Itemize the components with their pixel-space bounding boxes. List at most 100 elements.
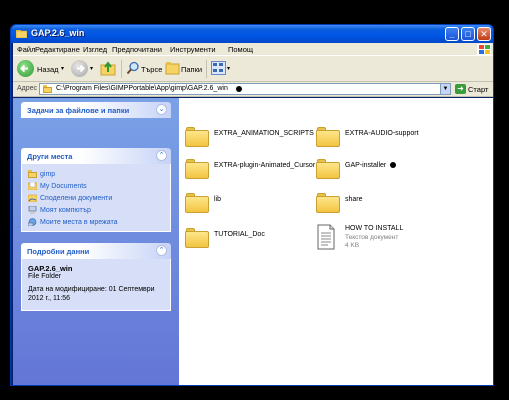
windows-logo-icon xyxy=(477,44,491,55)
search-icon xyxy=(126,61,139,75)
address-bar: Адрес C:\Program Files\GIMPPortable\App\… xyxy=(13,82,493,97)
details-title[interactable]: Подробни данни xyxy=(27,247,89,256)
task-pane: Задачи за файлове и папки ⌄ Други места … xyxy=(13,98,179,385)
place-label[interactable]: My Documents xyxy=(40,183,87,190)
details-header[interactable]: Подробни данни ⌃ xyxy=(21,243,171,259)
go-button[interactable]: ➜ xyxy=(455,84,466,94)
menu-view[interactable]: Изглед xyxy=(83,45,107,54)
network-icon xyxy=(27,218,37,227)
menu-file[interactable]: Файл xyxy=(17,45,35,54)
folder-icon xyxy=(316,192,340,214)
details-name: GAP.2.6_win xyxy=(28,264,73,273)
details-panel: Подробни данни ⌃ GAP.2.6_win File Folder… xyxy=(21,243,171,311)
other-places-title[interactable]: Други места xyxy=(27,152,72,161)
collapse-chevron-icon[interactable]: ⌃ xyxy=(156,150,167,161)
file-size: 4 KB xyxy=(345,242,360,249)
file-name[interactable]: EXTRA-plugin-Animated_Cursor xyxy=(214,162,315,169)
expand-chevron-icon[interactable]: ⌄ xyxy=(156,104,167,115)
views-dropdown-icon[interactable]: ▾ xyxy=(227,65,230,72)
folder-icon xyxy=(316,158,340,180)
place-label[interactable]: Моят компютър xyxy=(40,207,91,214)
folder-icon xyxy=(185,192,209,214)
file-name[interactable]: lib xyxy=(214,196,221,203)
file-folder-tasks-header[interactable]: Задачи за файлове и папки ⌄ xyxy=(21,102,171,118)
place-link-shared-documents[interactable]: Споделени документи xyxy=(27,194,112,203)
folders-button[interactable] xyxy=(165,61,181,75)
go-label[interactable]: Старт xyxy=(468,85,488,94)
file-name[interactable]: EXTRA-AUDIO-support xyxy=(345,130,419,137)
place-label[interactable]: Моите места в мрежата xyxy=(40,219,117,226)
folder-icon xyxy=(316,126,340,148)
shared-folder-icon xyxy=(27,194,38,203)
place-link-gimp[interactable]: gimp xyxy=(28,170,55,178)
menu-favorites[interactable]: Предпочитани xyxy=(112,45,162,54)
place-link-my-computer[interactable]: Моят компютър xyxy=(28,205,91,214)
other-places-header[interactable]: Други места ⌃ xyxy=(21,148,171,164)
file-name-text[interactable]: GAP-installer xyxy=(345,162,386,169)
file-item-lib[interactable]: lib xyxy=(185,192,325,216)
menu-edit[interactable]: Редактиране xyxy=(35,45,80,54)
maximize-icon: □ xyxy=(465,29,471,39)
window-title: GAP.2.6_win xyxy=(31,28,85,38)
back-arrow-icon xyxy=(20,64,28,73)
views-button[interactable] xyxy=(211,61,226,75)
file-item-how-to-install[interactable]: HOW TO INSTALL Текстов документ 4 KB xyxy=(316,224,456,256)
address-input[interactable]: C:\Program Files\GIMPPortable\App\gimp\G… xyxy=(39,83,451,95)
file-name[interactable]: share xyxy=(345,196,363,203)
file-name[interactable]: EXTRA_ANIMATION_SCRIPTS xyxy=(214,130,314,137)
place-link-my-documents[interactable]: My Documents xyxy=(27,181,87,191)
file-view: EXTRA_ANIMATION_SCRIPTS EXTRA-AUDIO-supp… xyxy=(179,98,493,385)
up-folder-icon xyxy=(100,61,116,76)
toolbar-separator xyxy=(206,60,207,78)
back-label[interactable]: Назад xyxy=(37,65,59,74)
file-folder-tasks-title[interactable]: Задачи за файлове и папки xyxy=(27,106,129,115)
collapse-chevron-icon[interactable]: ⌃ xyxy=(156,245,167,256)
search-button[interactable] xyxy=(126,61,140,75)
place-label[interactable]: gimp xyxy=(40,171,55,178)
place-link-network-places[interactable]: Моите места в мрежата xyxy=(27,218,117,227)
other-places-list: gimp My Documents Споделени документи Мо… xyxy=(21,164,171,232)
documents-icon xyxy=(27,181,38,191)
back-button[interactable] xyxy=(17,60,34,77)
file-item-share[interactable]: share xyxy=(316,192,456,216)
close-button[interactable]: ✕ xyxy=(477,27,491,41)
address-label: Адрес xyxy=(17,85,38,92)
file-item-gap-installer[interactable]: GAP-installer xyxy=(316,158,456,182)
maximize-button[interactable]: □ xyxy=(461,27,475,41)
place-label[interactable]: Споделени документи xyxy=(40,195,112,202)
go-arrow-icon: ➜ xyxy=(457,84,464,93)
address-dropdown-icon[interactable]: ▼ xyxy=(440,84,450,94)
forward-dropdown-icon[interactable]: ▾ xyxy=(90,65,93,72)
file-name[interactable]: TUTORIAL_Doc xyxy=(214,231,265,238)
file-name[interactable]: GAP-installer xyxy=(345,162,397,169)
computer-icon xyxy=(28,205,37,214)
forward-arrow-icon xyxy=(77,64,85,73)
file-item-extra-animation-scripts[interactable]: EXTRA_ANIMATION_SCRIPTS xyxy=(185,126,325,150)
up-folder-button[interactable] xyxy=(100,60,116,76)
search-label[interactable]: Търсе xyxy=(141,65,162,74)
menu-tools[interactable]: Инструменти xyxy=(170,45,216,54)
minimize-button[interactable]: _ xyxy=(445,27,459,41)
folders-label[interactable]: Папки xyxy=(181,65,202,74)
close-icon: ✕ xyxy=(480,29,488,39)
forward-button[interactable] xyxy=(71,60,88,77)
title-bar[interactable]: GAP.2.6_win _ □ ✕ xyxy=(11,25,493,43)
file-folder-tasks-panel: Задачи за файлове и папки ⌄ xyxy=(21,102,171,118)
toolbar-separator xyxy=(121,60,122,78)
file-item-extra-plugin-animated-cursor[interactable]: EXTRA-plugin-Animated_Cursor xyxy=(185,158,325,182)
menu-help[interactable]: Помощ xyxy=(228,45,253,54)
explorer-window: GAP.2.6_win _ □ ✕ Файл Редактиране Изгле… xyxy=(10,24,494,386)
folder-icon xyxy=(28,170,37,178)
file-item-tutorial-doc[interactable]: TUTORIAL_Doc xyxy=(185,227,325,251)
file-item-extra-audio-support[interactable]: EXTRA-AUDIO-support xyxy=(316,126,456,150)
text-document-icon xyxy=(316,224,340,250)
file-type: Текстов документ xyxy=(345,234,399,241)
back-dropdown-icon[interactable]: ▾ xyxy=(61,65,64,72)
folder-icon xyxy=(185,227,209,249)
details-body: GAP.2.6_win File Folder Дата на модифици… xyxy=(21,259,171,311)
views-grid-icon xyxy=(213,63,223,72)
address-path[interactable]: C:\Program Files\GIMPPortable\App\gimp\G… xyxy=(56,85,228,92)
redaction-dot xyxy=(236,86,242,92)
toolbar: Назад ▾ ▾ Търсе Папки ▾ xyxy=(13,56,493,82)
file-name[interactable]: HOW TO INSTALL xyxy=(345,225,403,232)
